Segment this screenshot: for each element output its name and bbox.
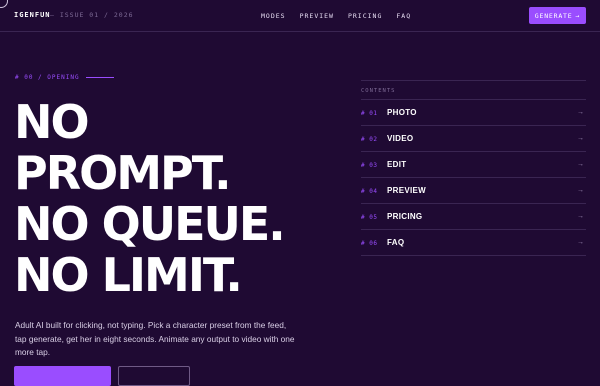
secondary-cta-button[interactable] xyxy=(118,366,190,386)
contents-item-label: PHOTO xyxy=(387,108,417,117)
primary-cta-button[interactable] xyxy=(14,366,111,386)
corner-circle-icon xyxy=(0,0,8,8)
arrow-right-icon: → xyxy=(577,239,584,246)
nav-links: MODES PREVIEW PRICING FAQ xyxy=(261,12,425,20)
contents-top-divider xyxy=(361,80,586,81)
nav-link-preview[interactable]: PREVIEW xyxy=(300,12,334,20)
contents-item-label: EDIT xyxy=(387,160,407,169)
arrow-right-icon: → xyxy=(577,187,584,194)
headline-line: PROMPT. xyxy=(14,146,232,200)
arrow-right-icon: → xyxy=(577,135,584,142)
contents-item-photo[interactable]: # 01 PHOTO → xyxy=(361,99,586,125)
eyebrow-label: # 00 / OPENING xyxy=(15,74,80,81)
brand-logo[interactable]: IGENFUN xyxy=(14,11,51,19)
generate-button-label: GENERATE xyxy=(534,11,573,20)
nav-link-pricing[interactable]: PRICING xyxy=(348,12,382,20)
headline-line: NO xyxy=(14,95,90,149)
contents-item-number: # 03 xyxy=(361,162,378,169)
hero-headline: NO PROMPT. NO QUEUE. NO LIMIT. xyxy=(14,95,286,302)
headline-line: NO QUEUE. xyxy=(14,197,286,251)
generate-button[interactable]: GENERATE → xyxy=(529,7,586,24)
contents-item-number: # 02 xyxy=(361,136,378,143)
contents-item-video[interactable]: # 02 VIDEO → xyxy=(361,125,586,151)
contents-list: # 01 PHOTO → # 02 VIDEO → # 03 EDIT → # … xyxy=(361,99,586,256)
contents-item-label: FAQ xyxy=(387,238,405,247)
nav-link-faq[interactable]: FAQ xyxy=(396,12,411,20)
arrow-right-icon: → xyxy=(577,213,584,220)
contents-title: CONTENTS xyxy=(361,88,396,94)
issue-label: — ISSUE 01 / 2026 xyxy=(50,11,134,19)
headline-line: NO LIMIT. xyxy=(14,248,243,302)
contents-item-edit[interactable]: # 03 EDIT → xyxy=(361,151,586,177)
arrow-right-icon: → xyxy=(577,109,584,116)
contents-item-label: PRICING xyxy=(387,212,423,221)
contents-item-label: PREVIEW xyxy=(387,186,426,195)
section-eyebrow: # 00 / OPENING xyxy=(15,74,114,81)
contents-item-number: # 06 xyxy=(361,240,378,247)
contents-item-label: VIDEO xyxy=(387,134,414,143)
contents-item-number: # 05 xyxy=(361,214,378,221)
contents-item-preview[interactable]: # 04 PREVIEW → xyxy=(361,177,586,203)
eyebrow-divider xyxy=(85,77,114,78)
contents-item-number: # 01 xyxy=(361,110,378,117)
contents-item-number: # 04 xyxy=(361,188,378,195)
contents-item-pricing[interactable]: # 05 PRICING → xyxy=(361,203,586,229)
arrow-right-icon: → xyxy=(575,11,581,20)
top-nav: IGENFUN — ISSUE 01 / 2026 MODES PREVIEW … xyxy=(0,0,600,32)
hero-description: Adult AI built for clicking, not typing.… xyxy=(15,320,295,358)
contents-item-faq[interactable]: # 06 FAQ → xyxy=(361,229,586,256)
arrow-right-icon: → xyxy=(577,161,584,168)
nav-link-modes[interactable]: MODES xyxy=(261,12,286,20)
